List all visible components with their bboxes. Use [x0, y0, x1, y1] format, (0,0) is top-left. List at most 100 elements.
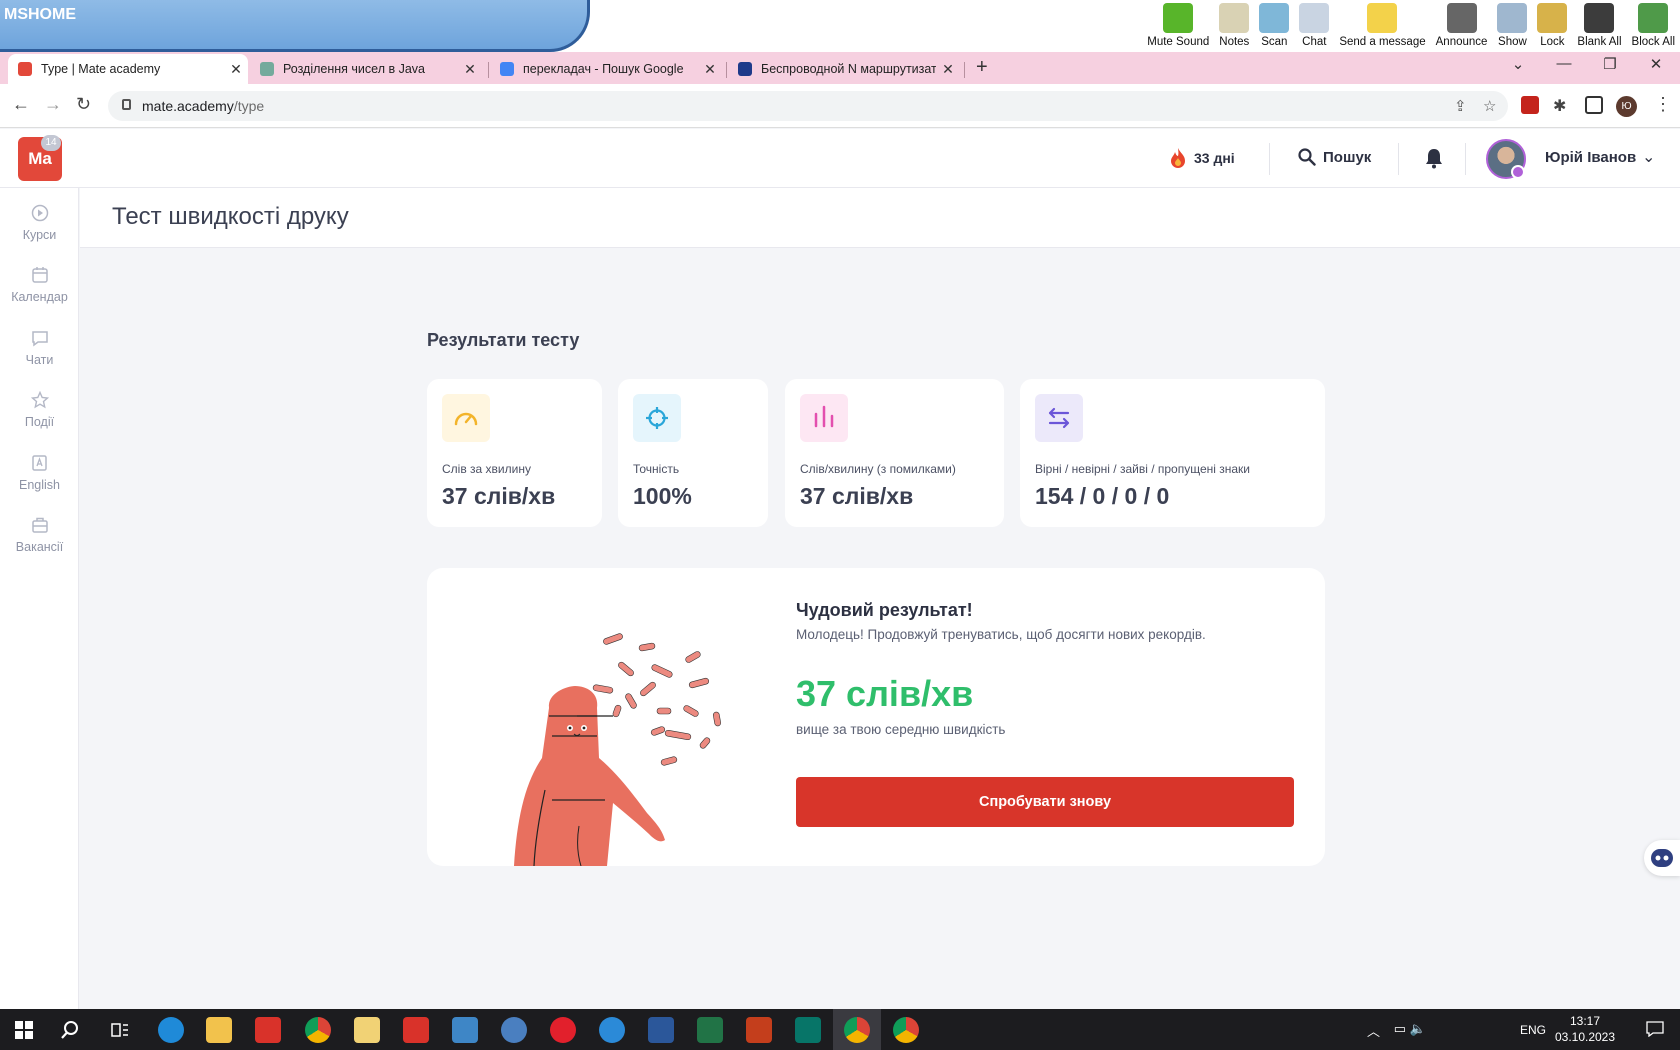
sidebar-item-courses[interactable]: Курси — [0, 204, 79, 242]
notes-app-icon[interactable] — [354, 1017, 380, 1043]
stat-label: Точність — [633, 462, 680, 476]
mshome-tool-mute-sound[interactable]: Mute Sound — [1142, 0, 1214, 52]
browser-menu-icon[interactable]: ⋮ — [1654, 94, 1672, 115]
volume-icon[interactable]: 🔈 — [1410, 1021, 1426, 1037]
tasks-app-icon[interactable] — [255, 1017, 281, 1043]
sidebar-item-chats[interactable]: Чати — [0, 329, 79, 367]
task-view-icon[interactable] — [111, 1021, 129, 1039]
mshome-tool-scan[interactable]: Scan — [1254, 0, 1294, 52]
avatar-badge-icon — [1511, 165, 1525, 179]
tab-router[interactable]: Беспроводной N маршрутизатор ✕ — [728, 54, 960, 84]
bell-icon[interactable] — [1424, 147, 1444, 169]
windows-taskbar: ︿ ▭ 🔈 ENG 13:17 03.10.2023 — [0, 1009, 1680, 1050]
mshome-tool-announce[interactable]: Announce — [1431, 0, 1493, 52]
new-tab-button[interactable]: + — [976, 56, 988, 79]
reload-icon[interactable]: ↻ — [76, 94, 91, 115]
user-name[interactable]: Юрій Іванов — [1545, 149, 1636, 166]
chat-bot-button[interactable] — [1644, 840, 1680, 876]
mshome-tool-send-a-message[interactable]: Send a message — [1334, 0, 1430, 52]
share-icon[interactable]: ⇪ — [1454, 97, 1467, 115]
installer-app-icon[interactable] — [452, 1017, 478, 1043]
sidebar-item-label: Календар — [11, 290, 68, 304]
close-tab-icon[interactable]: ✕ — [936, 61, 960, 78]
edge-app-icon[interactable] — [158, 1017, 184, 1043]
mshome-tool-block-all[interactable]: Block All — [1627, 0, 1680, 52]
sidebar-item-vacancies[interactable]: Вакансії — [0, 516, 79, 554]
calendar-icon — [31, 267, 48, 283]
clock-time: 13:17 — [1569, 1014, 1601, 1028]
character-illustration — [514, 633, 721, 866]
tab-google[interactable]: перекладач - Пошук Google ✕ — [490, 54, 722, 84]
paint-app-icon[interactable] — [501, 1017, 527, 1043]
search-button[interactable]: Пошук — [1298, 148, 1371, 166]
opera-app-icon[interactable] — [550, 1017, 576, 1043]
file-explorer-app-icon[interactable] — [206, 1017, 232, 1043]
mshome-tool-chat[interactable]: Chat — [1294, 0, 1334, 52]
page-title-bar: Тест швидкості друку — [80, 188, 1680, 248]
globe-icon — [1638, 3, 1669, 33]
word-app-icon[interactable] — [648, 1017, 674, 1043]
restore-button[interactable]: ❐ — [1587, 55, 1633, 73]
clock[interactable]: 13:17 03.10.2023 — [1550, 1013, 1620, 1045]
forward-arrow-icon[interactable]: → — [44, 94, 62, 115]
youtube-extension-icon[interactable] — [1521, 96, 1539, 114]
chrome-profile-app-icon[interactable] — [844, 1017, 870, 1043]
stat-value: 37 слів/хв — [800, 483, 914, 509]
retry-button[interactable]: Спробувати знову — [796, 777, 1294, 827]
close-tab-icon[interactable]: ✕ — [698, 61, 722, 78]
site-header: Ma 33 дні Пошук Юрій Іванов ⌄ — [0, 129, 1680, 188]
extensions-puzzle-icon[interactable]: ✱ — [1553, 96, 1571, 115]
result-title: Чудовий результат! — [796, 600, 973, 620]
tab-search-icon[interactable]: ⌄ — [1495, 55, 1541, 73]
network-icon[interactable]: ▭ — [1394, 1021, 1406, 1037]
language-indicator[interactable]: ENG — [1520, 1023, 1546, 1037]
tab-java[interactable]: Розділення чисел в Java ✕ — [250, 54, 482, 84]
notes-icon — [1219, 3, 1250, 33]
address-bar[interactable]: mate.academy/type ⇪ ☆ — [108, 91, 1508, 121]
bookmark-star-icon[interactable]: ☆ — [1483, 97, 1496, 115]
tasks2-app-icon[interactable] — [403, 1017, 429, 1043]
side-panel-icon[interactable] — [1585, 96, 1603, 114]
chevron-down-icon[interactable]: ⌄ — [1642, 147, 1655, 167]
mshome-tool-blank-all[interactable]: Blank All — [1572, 0, 1626, 52]
tray-chevron-up-icon[interactable]: ︿ — [1367, 1021, 1380, 1040]
mshome-tool-label: Lock — [1540, 36, 1565, 48]
close-tab-icon[interactable]: ✕ — [224, 61, 248, 78]
sidebar-item-events[interactable]: Події — [0, 391, 79, 429]
mshome-tool-lock[interactable]: Lock — [1532, 0, 1572, 52]
mshome-tool-show[interactable]: Show — [1492, 0, 1532, 52]
windows-start-icon[interactable] — [15, 1021, 33, 1039]
taskbar-search-icon[interactable] — [60, 1020, 80, 1040]
streak-counter[interactable]: 33 дні — [1170, 148, 1235, 168]
back-arrow-icon[interactable]: ← — [12, 94, 30, 115]
sidebar-item-label: Події — [24, 415, 55, 429]
presentation-icon — [1497, 3, 1528, 33]
tab-separator — [964, 62, 965, 78]
tab-mate-academy[interactable]: Type | Mate academy ✕ — [8, 54, 248, 84]
tab-title: Беспроводной N маршрутизатор — [761, 62, 936, 76]
chrome-profile2-app-icon[interactable] — [893, 1017, 919, 1043]
sidebar-item-english[interactable]: English — [0, 454, 79, 492]
stat-value: 154 / 0 / 0 / 0 — [1035, 483, 1170, 509]
stat-icon-box — [800, 394, 848, 442]
arrows-swap-icon — [1048, 407, 1070, 429]
stat-icon-box — [633, 394, 681, 442]
chrome-app-icon[interactable] — [305, 1017, 331, 1043]
excel-app-icon[interactable] — [697, 1017, 723, 1043]
telegram-app-icon[interactable] — [599, 1017, 625, 1043]
mshome-tool-label: Mute Sound — [1147, 36, 1210, 48]
header-divider — [1465, 143, 1466, 175]
profile-avatar-icon[interactable]: Ю — [1616, 96, 1637, 117]
lock-icon[interactable] — [122, 99, 131, 110]
message-icon — [1367, 3, 1398, 33]
url-text[interactable]: mate.academy/type — [142, 98, 264, 114]
notification-center-icon[interactable] — [1646, 1021, 1664, 1037]
publisher-app-icon[interactable] — [795, 1017, 821, 1043]
sidebar-item-calendar[interactable]: Календар — [0, 266, 79, 304]
mshome-tool-notes[interactable]: Notes — [1214, 0, 1254, 52]
close-window-button[interactable]: ✕ — [1633, 55, 1679, 73]
chat-bubble-icon — [31, 331, 48, 347]
powerpoint-app-icon[interactable] — [746, 1017, 772, 1043]
minimize-button[interactable]: — — [1541, 55, 1587, 72]
close-tab-icon[interactable]: ✕ — [458, 61, 482, 78]
